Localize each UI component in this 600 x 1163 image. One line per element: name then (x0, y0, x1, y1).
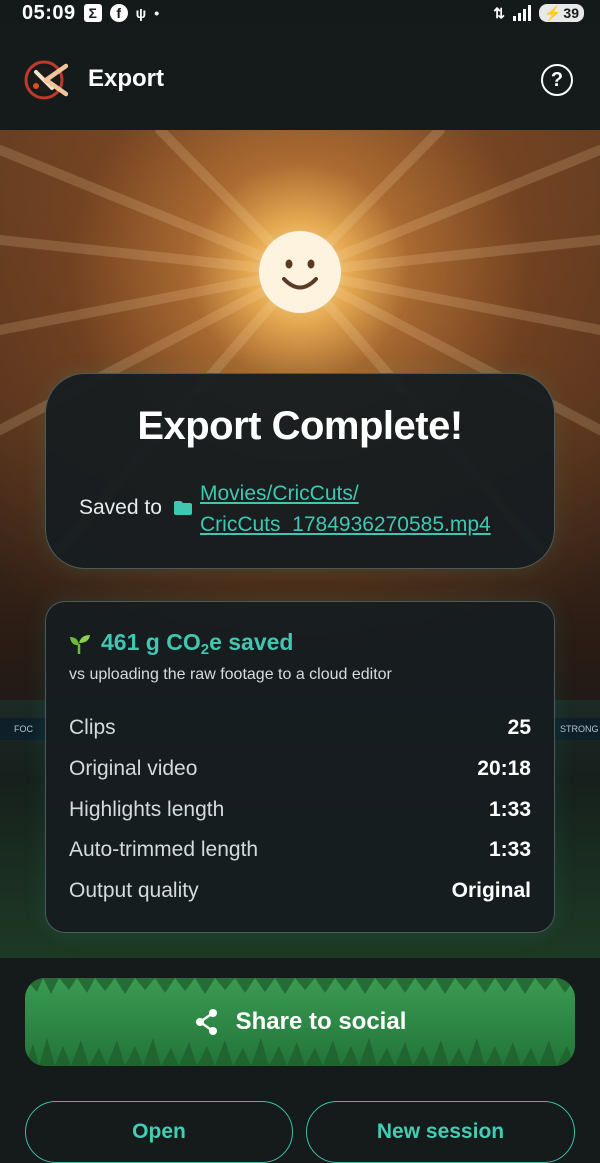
usb-icon: ψ (135, 5, 147, 21)
signal-icon (512, 5, 531, 21)
saved-path-line-1: Movies/CricCuts/ (200, 482, 359, 505)
stat-label: Highlights length (69, 798, 225, 821)
stat-label: Clips (69, 716, 116, 739)
stat-row-original-video: Original video 20:18 (69, 757, 531, 781)
stat-value: 1:33 (488, 838, 531, 861)
facebook-notification-icon: f (109, 4, 128, 22)
saved-to-label: Saved to (79, 496, 162, 519)
help-icon[interactable]: ? (541, 64, 573, 96)
battery-level: 39 (563, 5, 579, 21)
status-bar: 05:09 Σ f ψ • ⇅ ⚡ 39 (0, 0, 600, 26)
export-stats-card: 461 g CO2e saved vs uploading the raw fo… (45, 601, 555, 933)
stat-row-highlights-length: Highlights length 1:33 (69, 798, 531, 822)
data-transfer-icon: ⇅ (493, 4, 505, 21)
stat-label: Original video (69, 757, 198, 780)
charging-icon: ⚡ (543, 4, 562, 21)
saved-path-line-2: CricCuts_1784936270585.mp4 (200, 513, 491, 536)
criccuts-logo-icon (24, 60, 68, 100)
bottom-actions-panel: Share to social Open New session (0, 958, 600, 1163)
stat-value: 1:33 (488, 798, 531, 821)
stat-value: Original (451, 879, 531, 902)
saved-file-path-link[interactable]: Movies/CricCuts/ CricCuts_1784936270585.… (200, 478, 491, 540)
clock: 05:09 (22, 1, 76, 24)
stat-value: 25 (507, 716, 531, 739)
seedling-icon (70, 634, 90, 654)
export-complete-card: Export Complete! Saved to Movies/CricCut… (45, 373, 555, 569)
stat-row-clips: Clips 25 (69, 716, 531, 740)
new-session-button[interactable]: New session (306, 1101, 575, 1163)
share-to-social-button[interactable]: Share to social (25, 978, 575, 1066)
page-title: Export (88, 65, 165, 92)
stat-label: Auto-trimmed length (69, 838, 259, 861)
stat-value: 20:18 (477, 757, 531, 780)
co2-amount: 461 g CO2e saved (101, 629, 294, 658)
folder-icon (174, 501, 192, 515)
co2-description: vs uploading the raw footage to a cloud … (69, 666, 392, 683)
co2-savings: 461 g CO2e saved (69, 629, 293, 658)
more-notifications-dot-icon: • (154, 5, 160, 21)
stat-label: Output quality (69, 879, 199, 902)
battery-indicator: ⚡ 39 (538, 4, 584, 22)
app-bar: Export ? (0, 26, 600, 130)
open-button[interactable]: Open (25, 1101, 293, 1163)
smiley-sun-icon (259, 231, 341, 313)
export-complete-title: Export Complete! (137, 404, 463, 448)
stat-row-auto-trimmed-length: Auto-trimmed length 1:33 (69, 838, 531, 862)
stat-row-output-quality: Output quality Original (69, 879, 531, 903)
stadium-banner-right: STRONG (552, 718, 600, 740)
stadium-banner-left: FOC (0, 718, 48, 740)
sigma-notification-icon: Σ (83, 4, 102, 22)
share-icon (195, 1009, 217, 1035)
share-to-social-label: Share to social (235, 1008, 407, 1035)
